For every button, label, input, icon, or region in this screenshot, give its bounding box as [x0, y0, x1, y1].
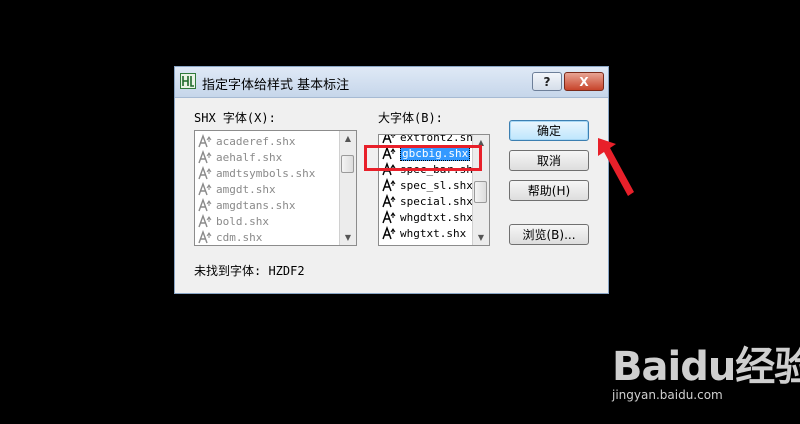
list-item-label: acaderef.shx	[216, 134, 296, 148]
shx-font-icon	[198, 198, 212, 212]
list-item[interactable]: whgtxt.shx	[381, 225, 466, 241]
close-icon: X	[579, 74, 589, 89]
shx-font-icon	[198, 214, 212, 228]
shx-font-icon	[198, 150, 212, 164]
list-item-label: special.shx	[400, 194, 473, 208]
cancel-button[interactable]: 取消	[509, 150, 589, 171]
list-item-label: amgdt.shx	[216, 182, 276, 196]
list-item[interactable]: amgdtans.shx	[197, 197, 295, 213]
list-item-label: extfont2.shx	[400, 134, 480, 144]
shx-font-icon	[382, 210, 396, 224]
big-font-label: 大字体(B):	[378, 111, 443, 125]
shx-font-icon	[198, 182, 212, 196]
help-icon: ?	[543, 74, 551, 89]
font-style-dialog: 指定字体给样式 基本标注 ? X SHX 字体(X): acaderef.shx…	[174, 66, 609, 294]
shx-font-list[interactable]: acaderef.shx aehalf.shx amdtsymbols.shx amg…	[194, 130, 357, 246]
shx-scrollbar[interactable]: ▲ ▼	[339, 131, 356, 245]
annotation-arrow-icon	[598, 138, 634, 196]
browse-button[interactable]: 浏览(B)...	[509, 224, 589, 245]
scroll-up-icon[interactable]: ▲	[340, 131, 356, 146]
window-title: 指定字体给样式 基本标注	[202, 78, 350, 93]
list-item-label: cdm.shx	[216, 230, 263, 244]
help-button[interactable]: 帮助(H)	[509, 180, 589, 201]
shx-font-icon	[382, 226, 396, 240]
watermark-logo: Baidu经验	[612, 344, 800, 390]
list-item[interactable]: aehalf.shx	[197, 149, 282, 165]
list-item[interactable]: cdm.shx	[197, 229, 262, 245]
title-help-button[interactable]: ?	[532, 72, 562, 91]
title-bar[interactable]: 指定字体给样式 基本标注 ? X	[175, 67, 608, 98]
list-item-label: aehalf.shx	[216, 150, 283, 164]
list-item-label: bold.shx	[216, 214, 269, 228]
autocad-app-icon	[180, 73, 196, 89]
missing-font-status: 未找到字体: HZDF2	[194, 264, 305, 278]
list-item[interactable]: whgdtxt.shx	[381, 209, 473, 225]
list-item-label: amgdtans.shx	[216, 198, 296, 212]
ok-button[interactable]: 确定	[509, 120, 589, 141]
title-close-button[interactable]: X	[564, 72, 604, 91]
list-item[interactable]: amdtsymbols.shx	[197, 165, 315, 181]
list-item[interactable]: spec_sl.shx	[381, 177, 473, 193]
shx-font-icon	[198, 166, 212, 180]
shx-font-icon	[382, 194, 396, 208]
scroll-thumb[interactable]	[474, 181, 487, 203]
list-item[interactable]: acaderef.shx	[197, 133, 295, 149]
list-item-label: spec_sl.shx	[400, 178, 473, 192]
list-item[interactable]: bold.shx	[197, 213, 269, 229]
annotation-highlight-box	[364, 145, 482, 171]
scroll-thumb[interactable]	[341, 155, 354, 173]
shx-font-icon	[198, 134, 212, 148]
scroll-down-icon[interactable]: ▼	[340, 230, 356, 245]
list-item-label: whgtxt.shx	[400, 226, 467, 240]
shx-font-icon	[382, 135, 396, 144]
shx-font-icon	[198, 230, 212, 244]
list-item-label: whgdtxt.shx	[400, 210, 473, 224]
baidu-watermark: Baidu经验 jingyan.baidu.com	[612, 334, 800, 402]
shx-font-icon	[382, 178, 396, 192]
list-item-label: amdtsymbols.shx	[216, 166, 316, 180]
list-item[interactable]: special.shx	[381, 193, 473, 209]
list-item[interactable]: extfont2.shx	[381, 134, 480, 145]
scroll-down-icon[interactable]: ▼	[473, 230, 489, 245]
watermark-url: jingyan.baidu.com	[612, 388, 723, 402]
shx-font-label: SHX 字体(X):	[194, 111, 276, 125]
list-item[interactable]: amgdt.shx	[197, 181, 276, 197]
